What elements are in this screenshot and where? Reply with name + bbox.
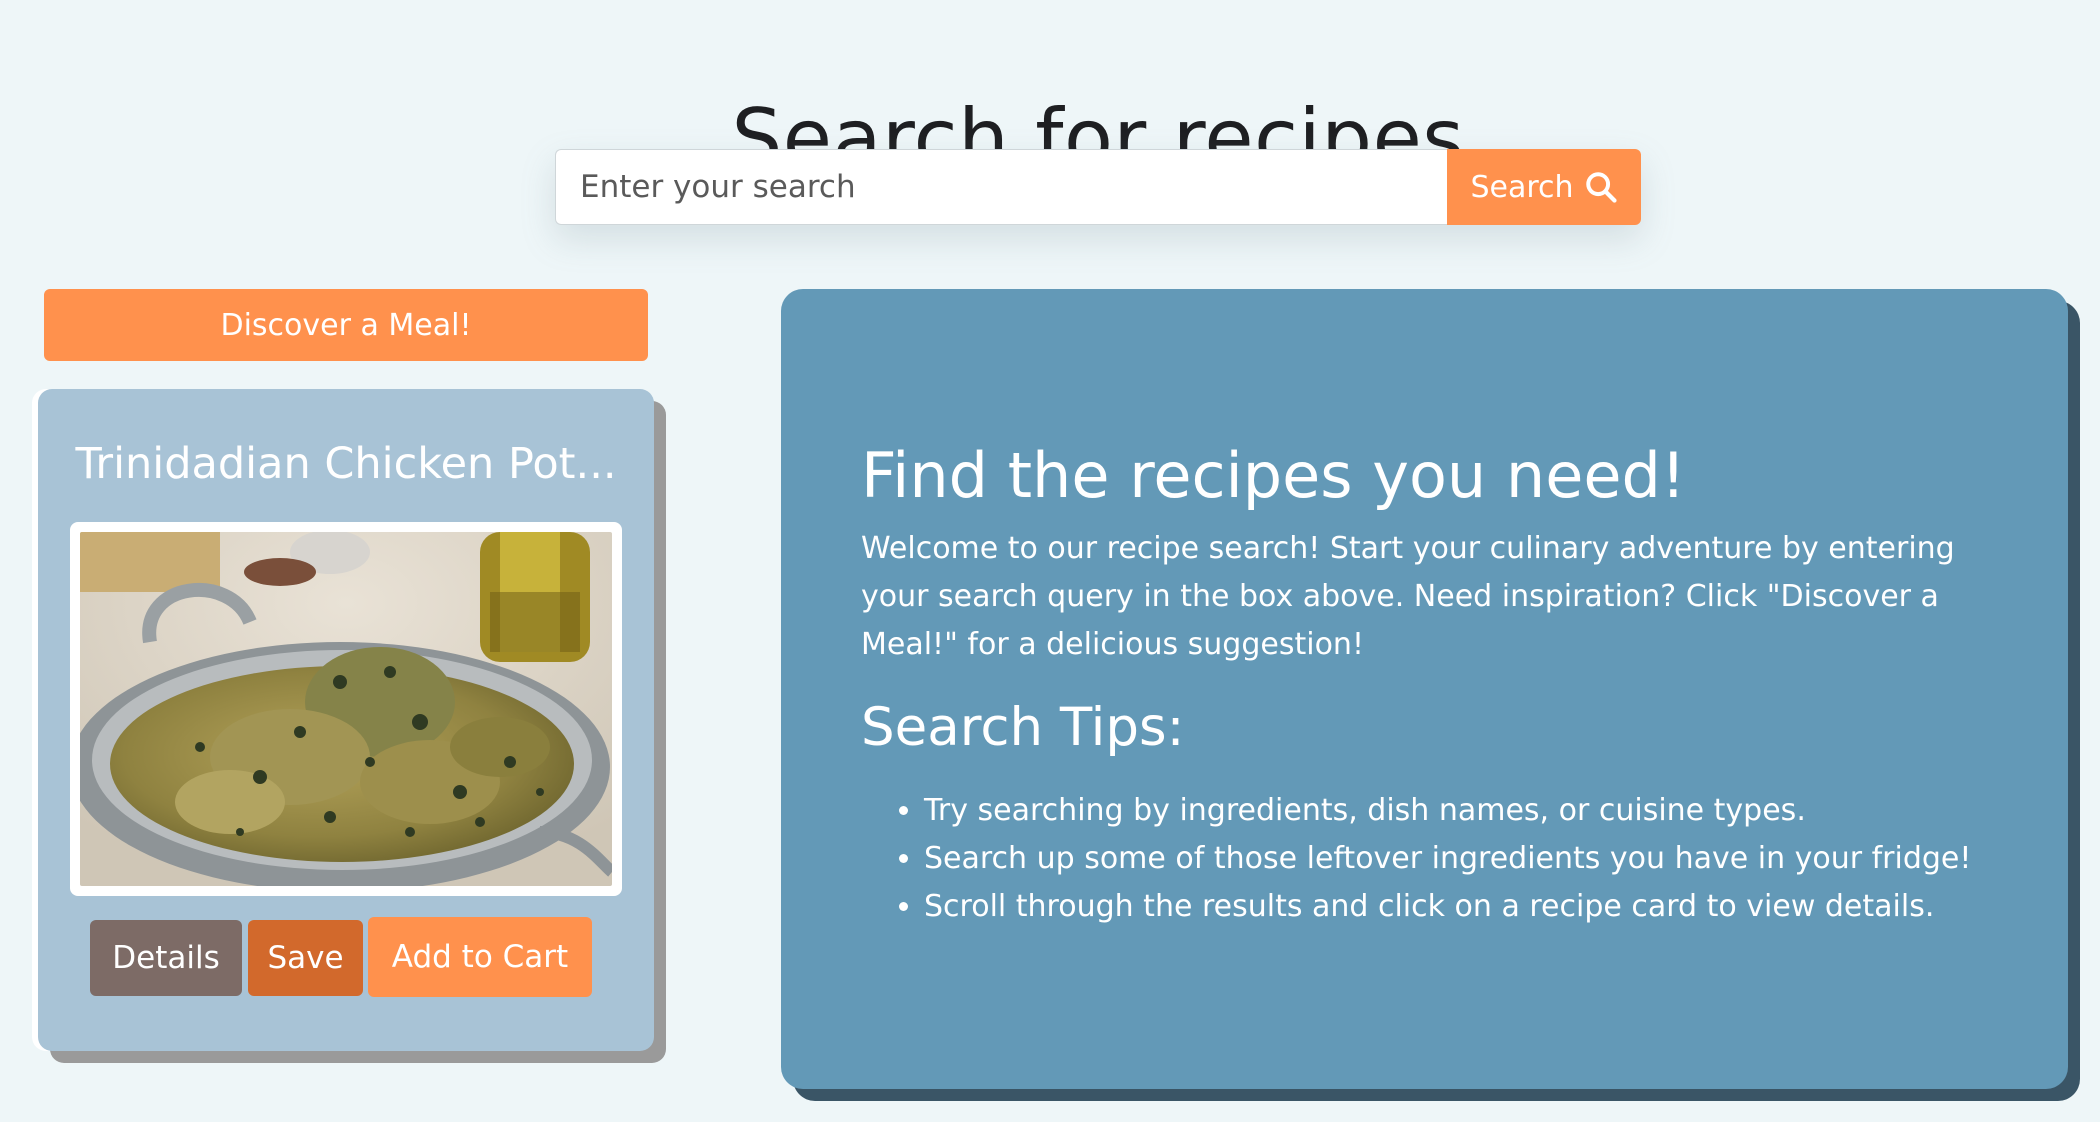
search-icon bbox=[1585, 172, 1617, 203]
card-actions: Details Save Add to Cart bbox=[38, 917, 654, 997]
details-button[interactable]: Details bbox=[90, 920, 242, 996]
tips-heading: Search Tips: bbox=[861, 697, 1185, 758]
search-button[interactable]: Search bbox=[1447, 149, 1641, 225]
page: Search for recipes Search Discover a Mea… bbox=[0, 0, 2100, 1122]
search-button-label: Search bbox=[1470, 169, 1574, 205]
recipe-image-frame bbox=[70, 522, 622, 896]
recipe-image[interactable] bbox=[80, 532, 612, 886]
discover-meal-button[interactable]: Discover a Meal! bbox=[44, 289, 648, 361]
tip-item: Try searching by ingredients, dish names… bbox=[924, 787, 2084, 835]
info-intro: Welcome to our recipe search! Start your… bbox=[861, 531, 1955, 662]
tip-item: Search up some of those leftover ingredi… bbox=[924, 835, 2084, 883]
search-bar: Search bbox=[555, 149, 1641, 225]
recipe-card-title: Trinidadian Chicken Pot... bbox=[75, 439, 617, 489]
info-heading: Find the recipes you need! bbox=[861, 439, 1686, 512]
tips-list: Try searching by ingredients, dish names… bbox=[861, 787, 2084, 931]
add-to-cart-button[interactable]: Add to Cart bbox=[368, 917, 592, 997]
info-panel: Find the recipes you need! Welcome to ou… bbox=[781, 289, 2068, 1089]
tip-item: Scroll through the results and click on … bbox=[924, 883, 2084, 931]
recipe-card[interactable]: Trinidadian Chicken Pot... Details Save … bbox=[38, 389, 654, 1051]
recipe-photo bbox=[80, 532, 612, 886]
search-input[interactable] bbox=[555, 149, 1447, 225]
save-button[interactable]: Save bbox=[248, 920, 363, 996]
